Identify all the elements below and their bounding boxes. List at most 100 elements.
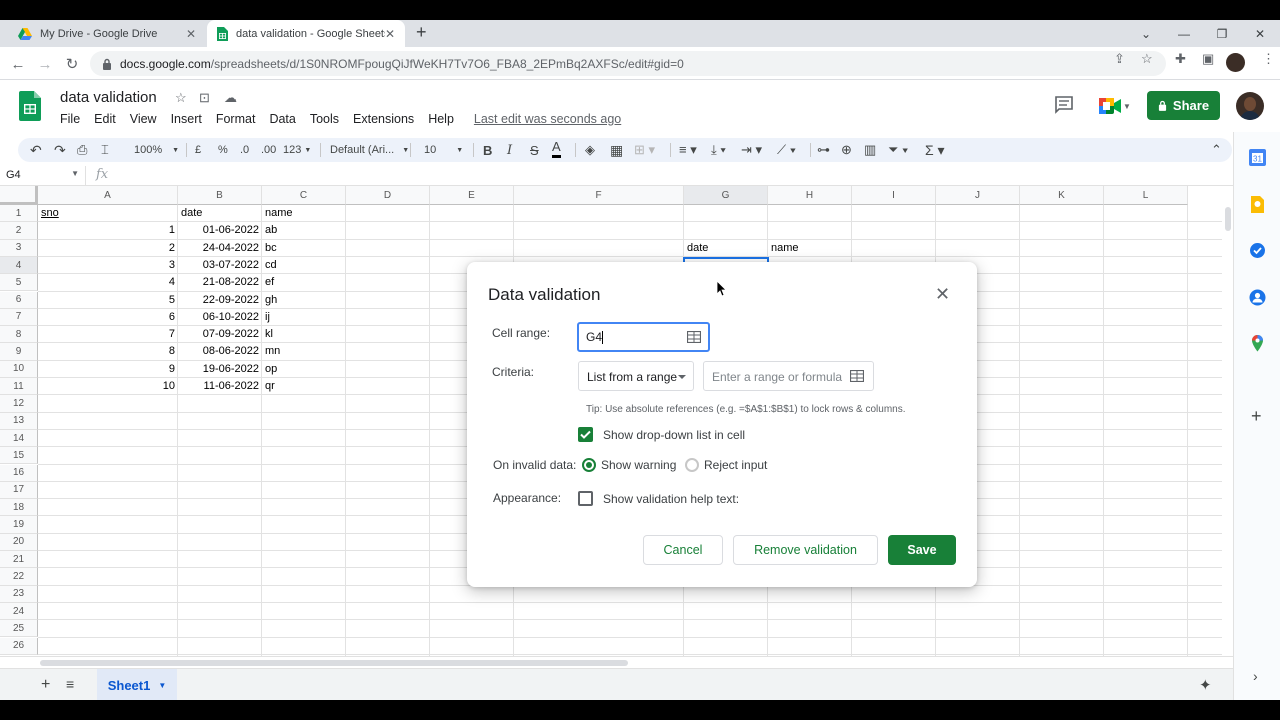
cell-a11[interactable]: 10 [38,378,178,395]
row-header-19[interactable]: 19 [0,516,38,534]
address-bar[interactable]: docs.google.com/spreadsheets/d/1S0NROMFp… [90,51,1166,76]
new-tab-button[interactable]: + [416,22,427,43]
row-header-23[interactable]: 23 [0,585,38,603]
column-header-i[interactable]: I [852,186,936,205]
help-text-checkbox[interactable] [578,491,593,506]
menu-data[interactable]: Data [269,112,302,126]
select-all-corner[interactable] [0,186,38,205]
menu-view[interactable]: View [130,112,164,126]
cell-c4[interactable]: cd [262,257,280,274]
comments-icon[interactable] [1054,96,1074,114]
row-header-22[interactable]: 22 [0,568,38,586]
all-sheets-icon[interactable]: ≡ [66,676,74,692]
cell-b6[interactable]: 22-09-2022 [178,292,262,309]
print-icon[interactable]: ⎙ [77,138,87,162]
select-range-icon[interactable] [850,370,864,382]
bookmark-star-icon[interactable]: ☆ [1141,51,1153,67]
minimize-icon[interactable]: — [1165,20,1203,47]
row-header-12[interactable]: 12 [0,395,38,413]
cancel-button[interactable]: Cancel [643,535,723,565]
row-header-15[interactable]: 15 [0,447,38,465]
insert-chart-icon[interactable]: ▥ [864,138,876,162]
document-title[interactable]: data validation [60,89,157,106]
meet-button[interactable]: ▼ [1094,92,1136,120]
close-tab-icon[interactable]: ✕ [385,27,395,41]
reload-icon[interactable]: ↻ [61,53,83,75]
row-header-24[interactable]: 24 [0,602,38,621]
row-header-7[interactable]: 7 [0,308,38,327]
add-addon-icon[interactable]: + [1251,406,1262,427]
text-wrapping-icon[interactable]: ⇥ ▾ [741,138,762,162]
column-header-d[interactable]: D [346,186,430,205]
horizontal-scrollbar[interactable] [0,656,1233,668]
cell-a7[interactable]: 6 [38,309,178,326]
vertical-align-icon[interactable]: ⤓ ▾ [711,138,726,162]
percent-format-button[interactable]: % [218,138,228,162]
close-tab-icon[interactable]: ✕ [186,27,196,41]
restore-icon[interactable]: ❐ [1203,20,1241,47]
cell-c1[interactable]: name [262,205,296,222]
row-header-5[interactable]: 5 [0,274,38,292]
increase-decimal-button[interactable]: .00 [261,138,276,162]
cell-a9[interactable]: 8 [38,343,178,360]
vertical-scrollbar[interactable] [1222,205,1233,656]
insert-comment-icon[interactable]: ⊕ [841,138,852,162]
move-folder-icon[interactable]: ⊡ [199,90,210,106]
tab-data-validation[interactable]: data validation - Google Sheets ✕ [207,20,405,47]
maps-icon[interactable] [1249,335,1266,352]
row-header-17[interactable]: 17 [0,481,38,500]
row-header-2[interactable]: 2 [0,222,38,240]
row-header-4[interactable]: 4 [0,256,38,275]
sheet-tab-sheet1[interactable]: Sheet1 ▼ [97,669,177,701]
row-header-9[interactable]: 9 [0,343,38,361]
row-header-16[interactable]: 16 [0,464,38,482]
expand-panel-icon[interactable]: › [1253,668,1258,684]
row-header-14[interactable]: 14 [0,429,38,448]
more-formats-button[interactable]: 123 ▼ [283,138,311,162]
redo-icon[interactable]: ↷ [54,138,66,162]
functions-icon[interactable]: Σ ▾ [925,138,945,162]
remove-validation-button[interactable]: Remove validation [733,535,878,565]
cell-a4[interactable]: 3 [38,257,178,274]
cell-c3[interactable]: bc [262,240,280,257]
column-header-h[interactable]: H [768,186,852,205]
cell-g3[interactable]: date [684,240,711,257]
menu-tools[interactable]: Tools [310,112,346,126]
column-header-f[interactable]: F [514,186,684,205]
cell-c11[interactable]: qr [262,378,278,395]
column-header-g[interactable]: G [684,186,768,205]
bold-icon[interactable]: B [483,138,492,162]
close-window-icon[interactable]: ✕ [1241,20,1279,47]
select-range-icon[interactable] [687,331,701,343]
decrease-decimal-button[interactable]: .0 [240,138,249,162]
fill-color-icon[interactable]: ◈ [585,138,595,162]
formula-input[interactable] [120,166,1220,185]
cell-a1[interactable]: sno [38,205,62,222]
row-header-6[interactable]: 6 [0,291,38,309]
menu-edit[interactable]: Edit [94,112,123,126]
row-header-18[interactable]: 18 [0,499,38,517]
column-header-b[interactable]: B [178,186,262,205]
cell-c8[interactable]: kl [262,326,276,343]
cell-b9[interactable]: 08-06-2022 [178,343,262,360]
add-sheet-icon[interactable]: + [41,676,50,694]
cell-b10[interactable]: 19-06-2022 [178,361,262,378]
cell-b1[interactable]: date [178,205,205,222]
row-header-13[interactable]: 13 [0,412,38,430]
share-page-icon[interactable]: ⇪ [1114,51,1125,67]
column-header-e[interactable]: E [430,186,514,205]
paint-format-icon[interactable]: ⌶ [101,138,109,162]
cell-h3[interactable]: name [768,240,802,257]
column-header-k[interactable]: K [1020,186,1104,205]
menu-help[interactable]: Help [428,112,461,126]
cell-a2[interactable]: 1 [38,222,178,239]
cell-c9[interactable]: mn [262,343,283,360]
reject-input-radio[interactable] [685,458,699,472]
cell-a10[interactable]: 9 [38,361,178,378]
save-button[interactable]: Save [888,535,956,565]
borders-icon[interactable]: ▦ [610,138,623,162]
vertical-scroll-thumb[interactable] [1225,207,1231,231]
column-header-j[interactable]: J [936,186,1020,205]
extensions-icon[interactable]: ✚ [1175,51,1186,67]
name-box[interactable]: G4 ▼ [0,166,86,185]
